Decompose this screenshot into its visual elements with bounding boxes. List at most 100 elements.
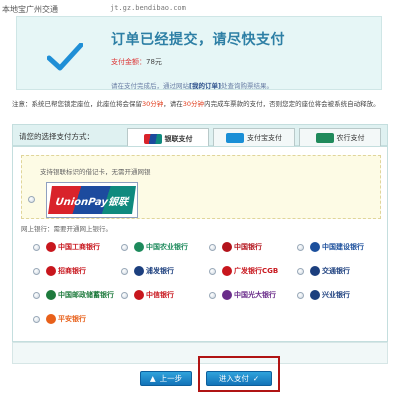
bank-name: 中国农业银行 — [146, 243, 188, 251]
cmb-icon — [46, 266, 56, 276]
cib-icon — [310, 290, 320, 300]
ccb-icon — [310, 242, 320, 252]
bank-logo: 中国农业银行 — [134, 242, 188, 252]
bank-logo: 平安银行 — [46, 314, 86, 324]
bank-name: 中国工商银行 — [58, 243, 100, 251]
notice-minutes: 30分钟 — [182, 100, 205, 108]
unionpay-tab-icon — [143, 133, 162, 144]
notice-text: 内完成车票款的支付，否则您定的座位将会被系统自动释放。 — [204, 100, 380, 108]
abc-tab-icon — [315, 133, 334, 143]
order-confirm-box: 订单已经提交，请尽快支付 支付金额：78元 请在支付完成后，通过网站[我的订单]… — [16, 16, 382, 90]
bank-name: 平安银行 — [58, 315, 86, 323]
bank-option-ccb[interactable]: 中国建设银行 — [297, 239, 364, 255]
bank-radio[interactable] — [297, 291, 304, 299]
highlight-frame — [198, 356, 280, 392]
bank-logo: 广发银行CGB — [222, 266, 278, 276]
abc-icon — [134, 242, 144, 252]
alipay-tab-icon — [226, 133, 244, 143]
tabs-prompt: 请您的选择支付方式： — [19, 132, 94, 141]
bank-radio[interactable] — [297, 243, 304, 251]
amount-label: 支付金额： — [111, 58, 146, 66]
bank-radio[interactable] — [121, 267, 128, 275]
bank-logo: 招商银行 — [46, 266, 86, 276]
tab-alipay[interactable]: 支付宝支付 — [213, 128, 295, 147]
tab-label: 农行支付 — [336, 134, 365, 142]
psbc-icon — [46, 290, 56, 300]
bank-radio[interactable] — [209, 243, 216, 251]
bank-logo: 交通银行 — [310, 266, 350, 276]
bank-name: 交通银行 — [322, 267, 350, 275]
amount-value: 78元 — [146, 58, 162, 66]
bank-option-icbc[interactable]: 中国工商银行 — [33, 239, 100, 255]
bank-logo: 中国银行 — [222, 242, 262, 252]
arrow-up-icon: ▲ — [149, 374, 156, 383]
online-banking-label: 网上银行：需要开通网上银行。 — [21, 225, 112, 233]
bank-radio[interactable] — [33, 315, 40, 323]
unionpay-logo[interactable]: UnionPay银联 — [46, 182, 138, 218]
tab-abc[interactable]: 农行支付 — [299, 128, 381, 147]
bank-name: 广发银行CGB — [234, 267, 279, 275]
bank-radio[interactable] — [209, 267, 216, 275]
order-note: 请在支付完成后，通过网站[我的订单]处查询购票结果。 — [111, 80, 273, 90]
bank-radio[interactable] — [33, 243, 40, 251]
bank-option-spdb[interactable]: 浦发银行 — [121, 263, 174, 279]
bank-radio[interactable] — [297, 267, 304, 275]
bank-logo: 中信银行 — [134, 290, 174, 300]
my-orders-link[interactable]: [我的订单] — [189, 82, 221, 90]
bank-option-cmb[interactable]: 招商银行 — [33, 263, 86, 279]
bank-logo: 中国工商银行 — [46, 242, 100, 252]
bank-radio[interactable] — [33, 291, 40, 299]
bank-logo: 兴业银行 — [310, 290, 350, 300]
bank-option-abc[interactable]: 中国农业银行 — [121, 239, 188, 255]
bank-logo: 浦发银行 — [134, 266, 174, 276]
bocom-icon — [310, 266, 320, 276]
notice-text: 注意：系统已帮您锁定座位，此座位将会保留 — [12, 100, 142, 108]
bank-option-pingan[interactable]: 平安银行 — [33, 311, 86, 327]
notice-text: ，请在 — [163, 100, 183, 108]
icbc-icon — [46, 242, 56, 252]
seat-lock-notice: 注意：系统已帮您锁定座位，此座位将会保留30分钟，请在30分钟内完成车票款的支付… — [12, 99, 388, 109]
bank-option-ceb[interactable]: 中国光大银行 — [209, 287, 276, 303]
bank-name: 中国银行 — [234, 243, 262, 251]
bank-name: 兴业银行 — [322, 291, 350, 299]
pingan-icon — [46, 314, 56, 324]
tab-label: 支付宝支付 — [247, 134, 282, 142]
checkmark-icon — [47, 43, 83, 71]
bank-option-bocom[interactable]: 交通银行 — [297, 263, 350, 279]
bank-option-cib[interactable]: 兴业银行 — [297, 287, 350, 303]
bank-option-boc[interactable]: 中国银行 — [209, 239, 262, 255]
note-text-end: 处查询购票结果。 — [220, 82, 273, 90]
bank-name: 浦发银行 — [146, 267, 174, 275]
bank-logo: 中国建设银行 — [310, 242, 364, 252]
spdb-icon — [134, 266, 144, 276]
unionpay-logo-text: UnionPay银联 — [48, 186, 136, 214]
bank-option-cgb[interactable]: 广发银行CGB — [209, 263, 278, 279]
site-watermark: 本地宝广州交通 — [2, 5, 58, 14]
bank-logo: 中国光大银行 — [222, 290, 276, 300]
ceb-icon — [222, 290, 232, 300]
boc-icon — [222, 242, 232, 252]
confirm-title: 订单已经提交，请尽快支付 — [111, 32, 285, 48]
note-text: 请在支付完成后，通过网站 — [111, 82, 189, 90]
payment-panel: 支持银联标识的借记卡，无需开通网银 UnionPay银联 网上银行：需要开通网上… — [12, 146, 388, 342]
bank-name: 中信银行 — [146, 291, 174, 299]
notice-minutes: 30分钟 — [142, 100, 164, 108]
citic-icon — [134, 290, 144, 300]
tab-unionpay[interactable]: 银联支付 — [127, 128, 209, 148]
bank-name: 中国光大银行 — [234, 291, 276, 299]
bank-option-citic[interactable]: 中信银行 — [121, 287, 174, 303]
cgb-icon — [222, 266, 232, 276]
bank-radio[interactable] — [33, 267, 40, 275]
site-url: jt.gz.bendibao.com — [110, 4, 186, 12]
bank-radio[interactable] — [121, 291, 128, 299]
prev-step-label: 上一步 — [159, 374, 183, 383]
bank-name: 中国建设银行 — [322, 243, 364, 251]
bank-radio[interactable] — [209, 291, 216, 299]
bank-radio[interactable] — [121, 243, 128, 251]
bank-option-psbc[interactable]: 中国邮政储蓄银行 — [33, 287, 114, 303]
unionpay-radio[interactable] — [28, 196, 35, 203]
bank-logo: 中国邮政储蓄银行 — [46, 290, 114, 300]
payment-method-tabs: 请您的选择支付方式： 银联支付 支付宝支付 农行支付 — [12, 124, 388, 148]
unionpay-option: 支持银联标识的借记卡，无需开通网银 UnionPay银联 — [21, 155, 381, 219]
prev-step-button[interactable]: ▲ 上一步 — [140, 371, 192, 386]
